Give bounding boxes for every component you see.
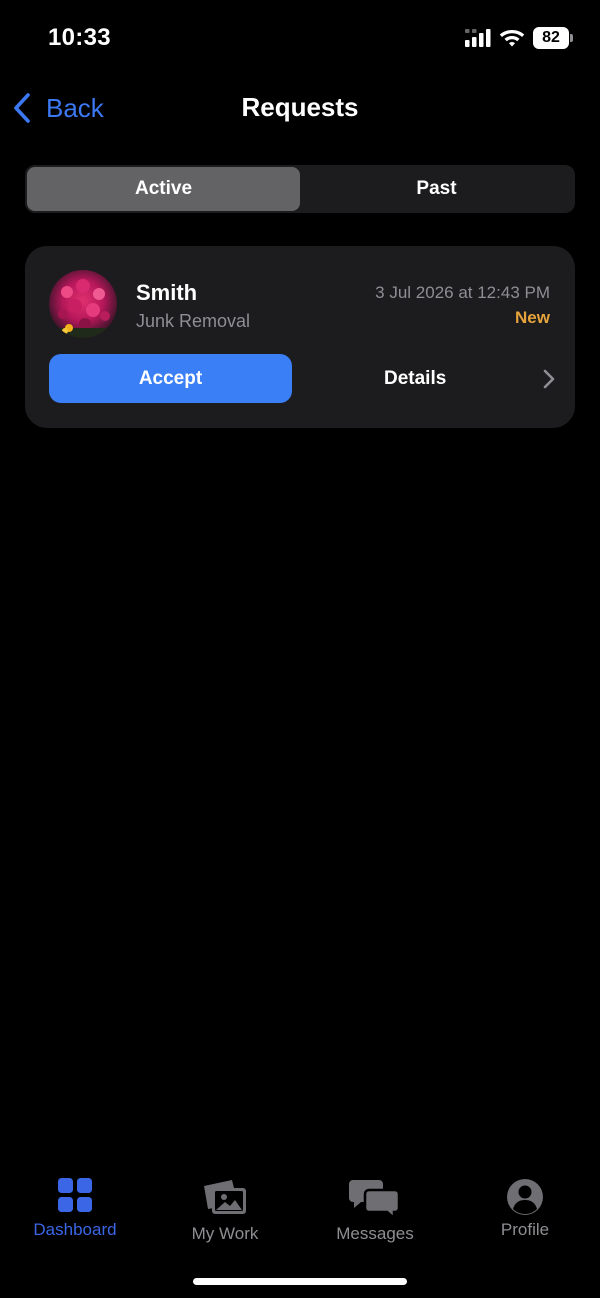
navigation-bar: Back Requests xyxy=(0,80,600,134)
tab-label-dashboard: Dashboard xyxy=(33,1220,117,1239)
cellular-signal-icon xyxy=(465,29,491,47)
tab-label-my-work: My Work xyxy=(191,1224,259,1243)
tab-label-profile: Profile xyxy=(500,1220,550,1239)
page-title: Requests xyxy=(241,92,359,122)
details-button[interactable]: Details xyxy=(315,354,555,403)
grid-icon xyxy=(58,1178,92,1212)
photos-icon xyxy=(204,1180,246,1214)
chevron-right-icon xyxy=(543,369,555,389)
home-indicator xyxy=(193,1278,407,1285)
tab-profile[interactable]: Profile xyxy=(450,1178,600,1254)
tab-label-messages: Messages xyxy=(336,1224,414,1243)
flower-photo-icon xyxy=(49,270,117,338)
avatar xyxy=(49,270,117,338)
battery-icon: 82 xyxy=(533,27,573,49)
request-timestamp: 3 Jul 2026 at 12:43 PM xyxy=(375,283,550,302)
status-badge: New xyxy=(515,308,550,327)
accept-button[interactable]: Accept xyxy=(49,354,292,403)
tab-messages[interactable]: Messages xyxy=(300,1178,450,1254)
tab-dashboard[interactable]: Dashboard xyxy=(0,1178,150,1254)
segmented-control: Active Past xyxy=(25,165,575,213)
status-bar: 10:33 82 xyxy=(0,0,600,76)
segment-active[interactable]: Active xyxy=(27,167,300,211)
customer-name: Smith xyxy=(136,280,198,305)
segment-past[interactable]: Past xyxy=(300,167,573,211)
battery-level: 82 xyxy=(542,29,560,46)
person-circle-icon xyxy=(507,1179,543,1215)
status-time: 10:33 xyxy=(48,24,111,51)
request-card[interactable]: Smith Junk Removal 3 Jul 2026 at 12:43 P… xyxy=(25,246,575,428)
service-type: Junk Removal xyxy=(136,311,251,331)
tab-bar: Dashboard My Work Messages Profile xyxy=(0,1168,600,1258)
details-label: Details xyxy=(384,367,447,389)
tab-my-work[interactable]: My Work xyxy=(150,1178,300,1254)
chat-bubbles-icon xyxy=(349,1180,401,1220)
wifi-icon xyxy=(499,30,525,47)
